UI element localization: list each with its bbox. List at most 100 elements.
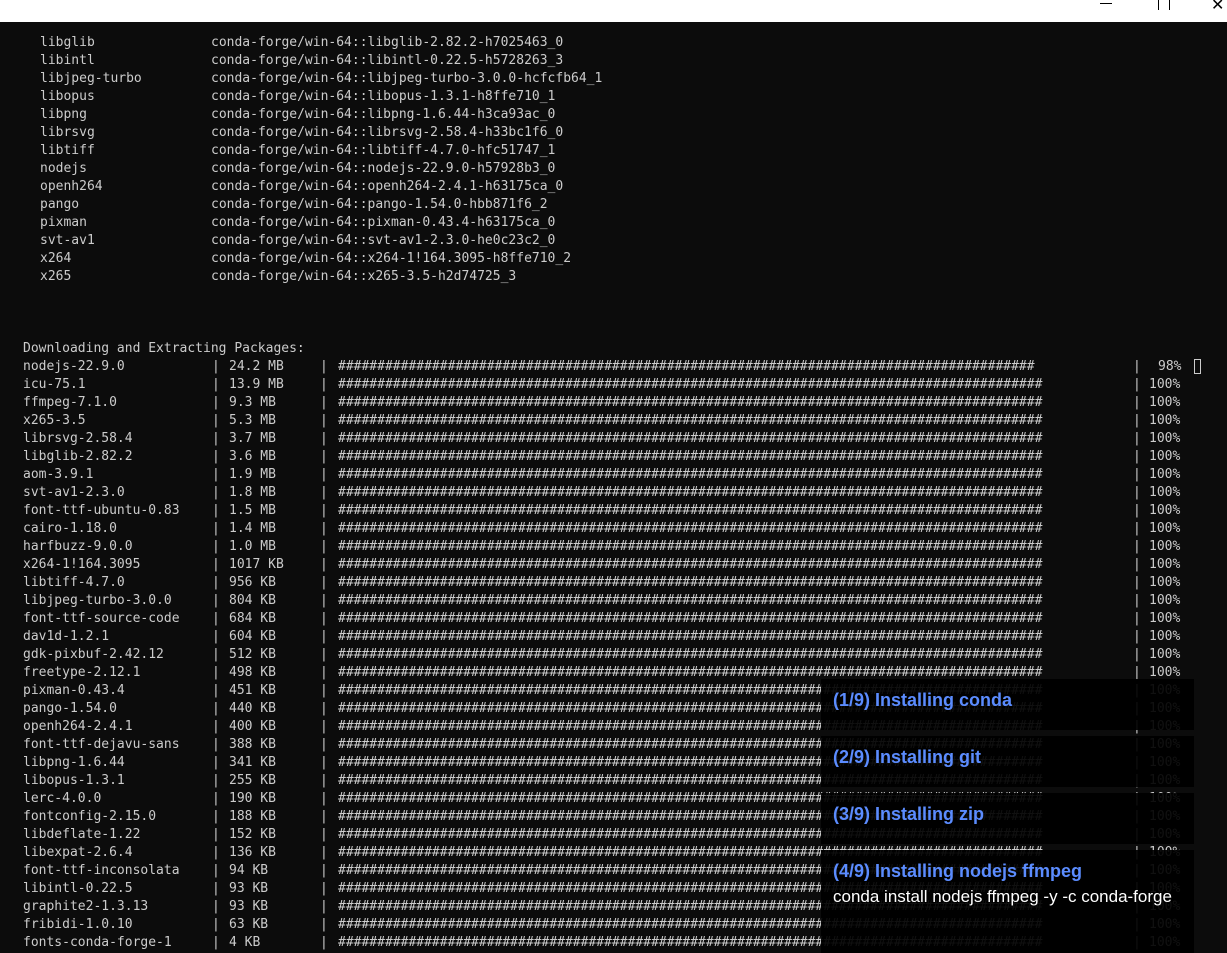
package-spec: conda-forge/win-64::librsvg-2.58.4-h33bc… xyxy=(211,125,564,140)
separator: | xyxy=(212,557,220,572)
minimize-icon[interactable] xyxy=(1100,0,1114,10)
separator: | xyxy=(212,431,220,446)
download-heading: Downloading and Extracting Packages: xyxy=(23,341,305,356)
download-row: icu-75.1 | 13.9 MB | #######################… xyxy=(0,376,1227,394)
separator: | xyxy=(212,359,220,374)
download-row: dav1d-1.2.1 | 604 KB | #####################… xyxy=(0,628,1227,646)
separator: | xyxy=(212,935,220,950)
progress-bar: ########################################… xyxy=(338,629,1043,644)
separator: | xyxy=(1133,629,1141,644)
separator: | xyxy=(212,485,220,500)
separator: | xyxy=(212,701,220,716)
download-percent: 100% xyxy=(1149,629,1181,644)
separator: | xyxy=(320,827,328,842)
notification-title: (2/9) Installing git xyxy=(833,747,982,767)
download-row: x264-1!164.3095 | 1017 KB | ################… xyxy=(0,556,1227,574)
notification-title: (4/9) Installing nodejs ffmpeg xyxy=(833,861,1083,881)
separator: | xyxy=(320,449,328,464)
package-plan-row: pango conda-forge/win-64::pango-1.54.0-hb… xyxy=(0,196,1227,214)
separator: | xyxy=(212,791,220,806)
separator: | xyxy=(212,917,220,932)
download-percent: 100% xyxy=(1149,557,1181,572)
download-size: 63 KB xyxy=(229,917,269,932)
package-plan-row: libintl conda-forge/win-64::libintl-0.22.… xyxy=(0,52,1227,70)
separator: | xyxy=(1133,593,1141,608)
separator: | xyxy=(212,521,220,536)
separator: | xyxy=(320,755,328,770)
package-plan-row: x264 conda-forge/win-64::x264-1!164.3095-… xyxy=(0,250,1227,268)
download-package-name: fonts-conda-forge-1 xyxy=(23,935,172,950)
download-size: 24.2 MB xyxy=(229,359,284,374)
package-name: openh264 xyxy=(40,179,103,194)
download-percent: 100% xyxy=(1149,395,1181,410)
close-icon[interactable]: ✕ xyxy=(1211,0,1227,10)
separator: | xyxy=(320,701,328,716)
progress-bar: ########################################… xyxy=(338,557,1043,572)
download-package-name: cairo-1.18.0 xyxy=(23,521,117,536)
download-package-name: libexpat-2.6.4 xyxy=(23,845,133,860)
download-size: 1017 KB xyxy=(229,557,284,572)
download-row: ffmpeg-7.1.0 | 9.3 MB | ####################… xyxy=(0,394,1227,412)
progress-bar: ########################################… xyxy=(338,485,1043,500)
separator: | xyxy=(1133,503,1141,518)
separator: | xyxy=(1133,467,1141,482)
separator: | xyxy=(1133,413,1141,428)
maximize-icon[interactable] xyxy=(1158,0,1170,10)
download-package-name: libopus-1.3.1 xyxy=(23,773,125,788)
separator: | xyxy=(320,719,328,734)
download-package-name: nodejs-22.9.0 xyxy=(23,359,125,374)
package-name: librsvg xyxy=(40,125,95,140)
separator: | xyxy=(320,881,328,896)
progress-bar: ########################################… xyxy=(338,395,1043,410)
separator: | xyxy=(320,647,328,662)
separator: | xyxy=(320,773,328,788)
download-row: font-ttf-source-code | 684 KB | ############… xyxy=(0,610,1227,628)
separator: | xyxy=(320,899,328,914)
separator: | xyxy=(1133,485,1141,500)
download-package-name: gdk-pixbuf-2.42.12 xyxy=(23,647,164,662)
separator: | xyxy=(1133,611,1141,626)
separator: | xyxy=(212,647,220,662)
download-package-name: libglib-2.82.2 xyxy=(23,449,133,464)
progress-bar: ########################################… xyxy=(338,611,1043,626)
separator: | xyxy=(320,557,328,572)
download-package-name: graphite2-1.3.13 xyxy=(23,899,149,914)
separator: | xyxy=(1133,359,1141,374)
separator: | xyxy=(212,899,220,914)
package-name: libglib xyxy=(40,35,95,50)
progress-bar: ########################################… xyxy=(338,647,1043,662)
package-plan-row: svt-av1 conda-forge/win-64::svt-av1-2.3.0… xyxy=(0,232,1227,250)
download-size: 341 KB xyxy=(229,755,276,770)
download-package-name: font-ttf-ubuntu-0.83 xyxy=(23,503,180,518)
separator: | xyxy=(212,377,220,392)
download-size: 956 KB xyxy=(229,575,276,590)
package-plan-row: nodejs conda-forge/win-64::nodejs-22.9.0-… xyxy=(0,160,1227,178)
download-row: aom-3.9.1 | 1.9 MB | #######################… xyxy=(0,466,1227,484)
progress-bar: ########################################… xyxy=(338,539,1043,554)
separator: | xyxy=(212,575,220,590)
package-spec: conda-forge/win-64::pango-1.54.0-hbb871f… xyxy=(211,197,548,212)
progress-bar: ########################################… xyxy=(338,467,1043,482)
separator: | xyxy=(320,521,328,536)
progress-bar: ########################################… xyxy=(338,359,1035,374)
separator: | xyxy=(212,467,220,482)
separator: | xyxy=(212,449,220,464)
package-plan-row: pixman conda-forge/win-64::pixman-0.43.4-… xyxy=(0,214,1227,232)
download-package-name: libdeflate-1.22 xyxy=(23,827,141,842)
download-package-name: font-ttf-source-code xyxy=(23,611,180,626)
download-package-name: fribidi-1.0.10 xyxy=(23,917,133,932)
download-package-name: dav1d-1.2.1 xyxy=(23,629,110,644)
download-size: 1.5 MB xyxy=(229,503,276,518)
download-row: libtiff-4.7.0 | 956 KB | ###################… xyxy=(0,574,1227,592)
package-plan-row: libglib conda-forge/win-64::libglib-2.82.… xyxy=(0,34,1227,52)
separator: | xyxy=(1133,449,1141,464)
separator: | xyxy=(1133,395,1141,410)
separator: | xyxy=(320,683,328,698)
download-size: 1.0 MB xyxy=(229,539,276,554)
download-size: 4 KB xyxy=(229,935,261,950)
progress-bar: ########################################… xyxy=(338,575,1043,590)
package-plan-row: libtiff conda-forge/win-64::libtiff-4.7.0… xyxy=(0,142,1227,160)
separator: | xyxy=(320,809,328,824)
download-package-name: font-ttf-dejavu-sans xyxy=(23,737,180,752)
separator: | xyxy=(320,377,328,392)
